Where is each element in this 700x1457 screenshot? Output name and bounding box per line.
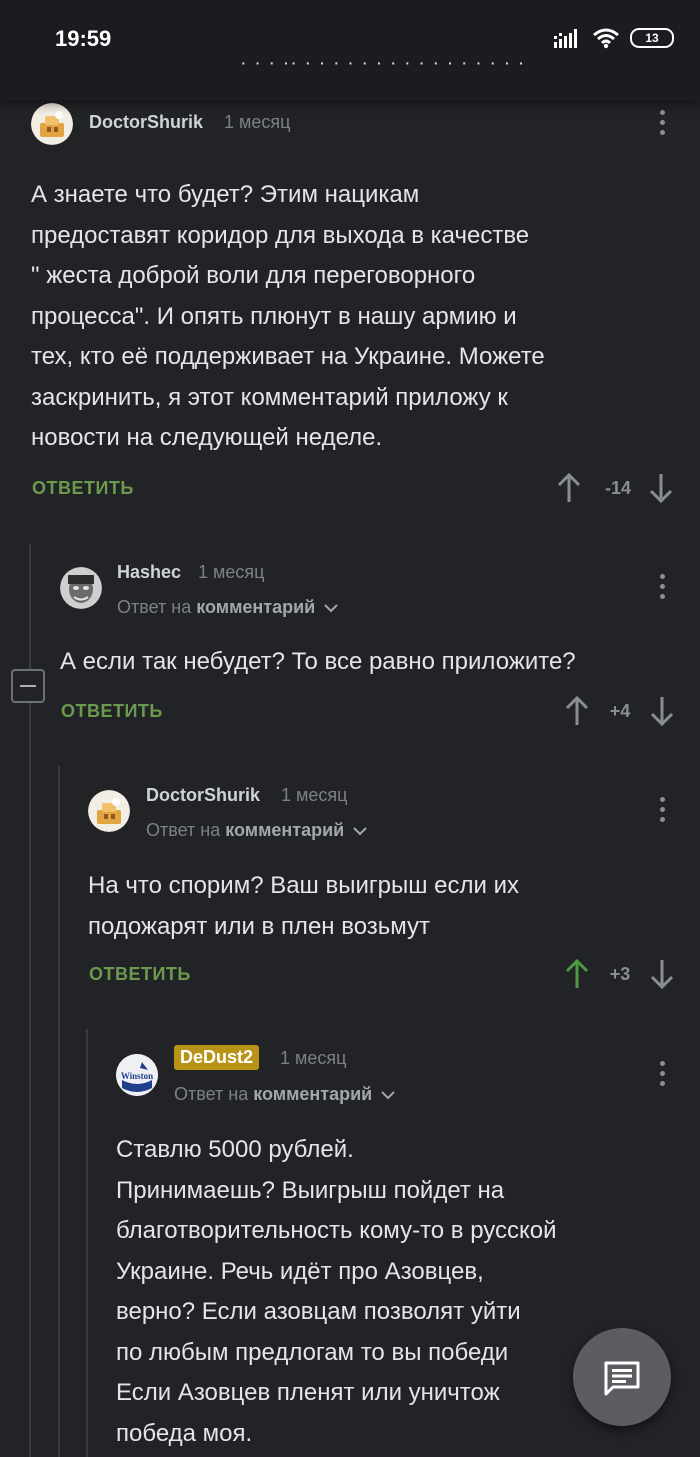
status-time: 19:59 [55, 26, 112, 51]
arrow-up-icon[interactable] [564, 958, 590, 990]
avatar[interactable]: Winston [116, 1054, 158, 1096]
wifi-icon [593, 28, 619, 49]
reply-to-link[interactable]: Ответ на комментарий [117, 597, 338, 618]
kebab-menu-icon[interactable] [656, 1061, 668, 1089]
kebab-menu-icon[interactable] [656, 797, 668, 825]
collapse-icon[interactable] [11, 669, 45, 703]
arrow-down-icon[interactable] [649, 958, 675, 990]
comment-date: 1 месяц [281, 785, 348, 805]
username[interactable]: Hashec [117, 562, 181, 583]
comment-date: 1 месяц [198, 562, 265, 582]
comment-text: А если так небудет? То все равно приложи… [60, 648, 576, 675]
battery-icon: 13 [630, 28, 674, 48]
status-icons: 13 [554, 27, 674, 49]
signal-icon [554, 29, 577, 48]
chevron-down-icon [324, 604, 338, 613]
kebab-menu-icon[interactable] [656, 110, 668, 138]
reply-to-link[interactable]: Ответ на комментарий [174, 1084, 395, 1105]
username[interactable]: DoctorShurik [146, 785, 260, 806]
chevron-down-icon [381, 1091, 395, 1100]
arrow-up-icon[interactable] [564, 695, 590, 727]
obscured-post-title: · · · ·· · · · · · · · · · · · · · · · · [240, 58, 526, 72]
chevron-down-icon [353, 827, 367, 836]
comment-fab-icon [604, 1361, 640, 1396]
vote-control: +4 [564, 695, 674, 727]
comment-date: 1 месяц [280, 1048, 347, 1068]
score: +4 [609, 701, 631, 721]
status-bar: 19:59 · · · ·· · · · · · · · · · · · · ·… [0, 0, 700, 100]
new-comment-button[interactable] [573, 1328, 671, 1426]
reply-button[interactable]: ОТВЕТИТЬ [61, 701, 163, 722]
vote-control: -14 [556, 472, 673, 504]
thread-line [86, 1029, 88, 1457]
comment-text: На что спорим? Ваш выигрыш если их подож… [88, 872, 519, 940]
avatar[interactable] [60, 567, 102, 609]
avatar[interactable] [88, 790, 130, 832]
username-badge[interactable]: DeDust2 [174, 1045, 260, 1070]
reply-button[interactable]: ОТВЕТИТЬ [32, 478, 134, 499]
kebab-menu-icon[interactable] [656, 574, 668, 602]
comment-date: 1 месяц [224, 112, 291, 132]
reply-to-link[interactable]: Ответ на комментарий [146, 820, 367, 841]
comment-text: А знаете что будет? Этим нацикам предост… [31, 181, 545, 451]
arrow-down-icon[interactable] [648, 472, 674, 504]
arrow-up-icon[interactable] [556, 472, 582, 504]
avatar[interactable] [31, 103, 73, 145]
username[interactable]: DoctorShurik [89, 112, 203, 133]
avatar-logo-text: Winston [121, 1071, 153, 1081]
score: +3 [609, 964, 631, 984]
arrow-down-icon[interactable] [649, 695, 675, 727]
reply-button[interactable]: ОТВЕТИТЬ [89, 964, 191, 985]
score: -14 [604, 478, 631, 498]
vote-control: +3 [564, 958, 674, 990]
thread-line [58, 766, 60, 1457]
